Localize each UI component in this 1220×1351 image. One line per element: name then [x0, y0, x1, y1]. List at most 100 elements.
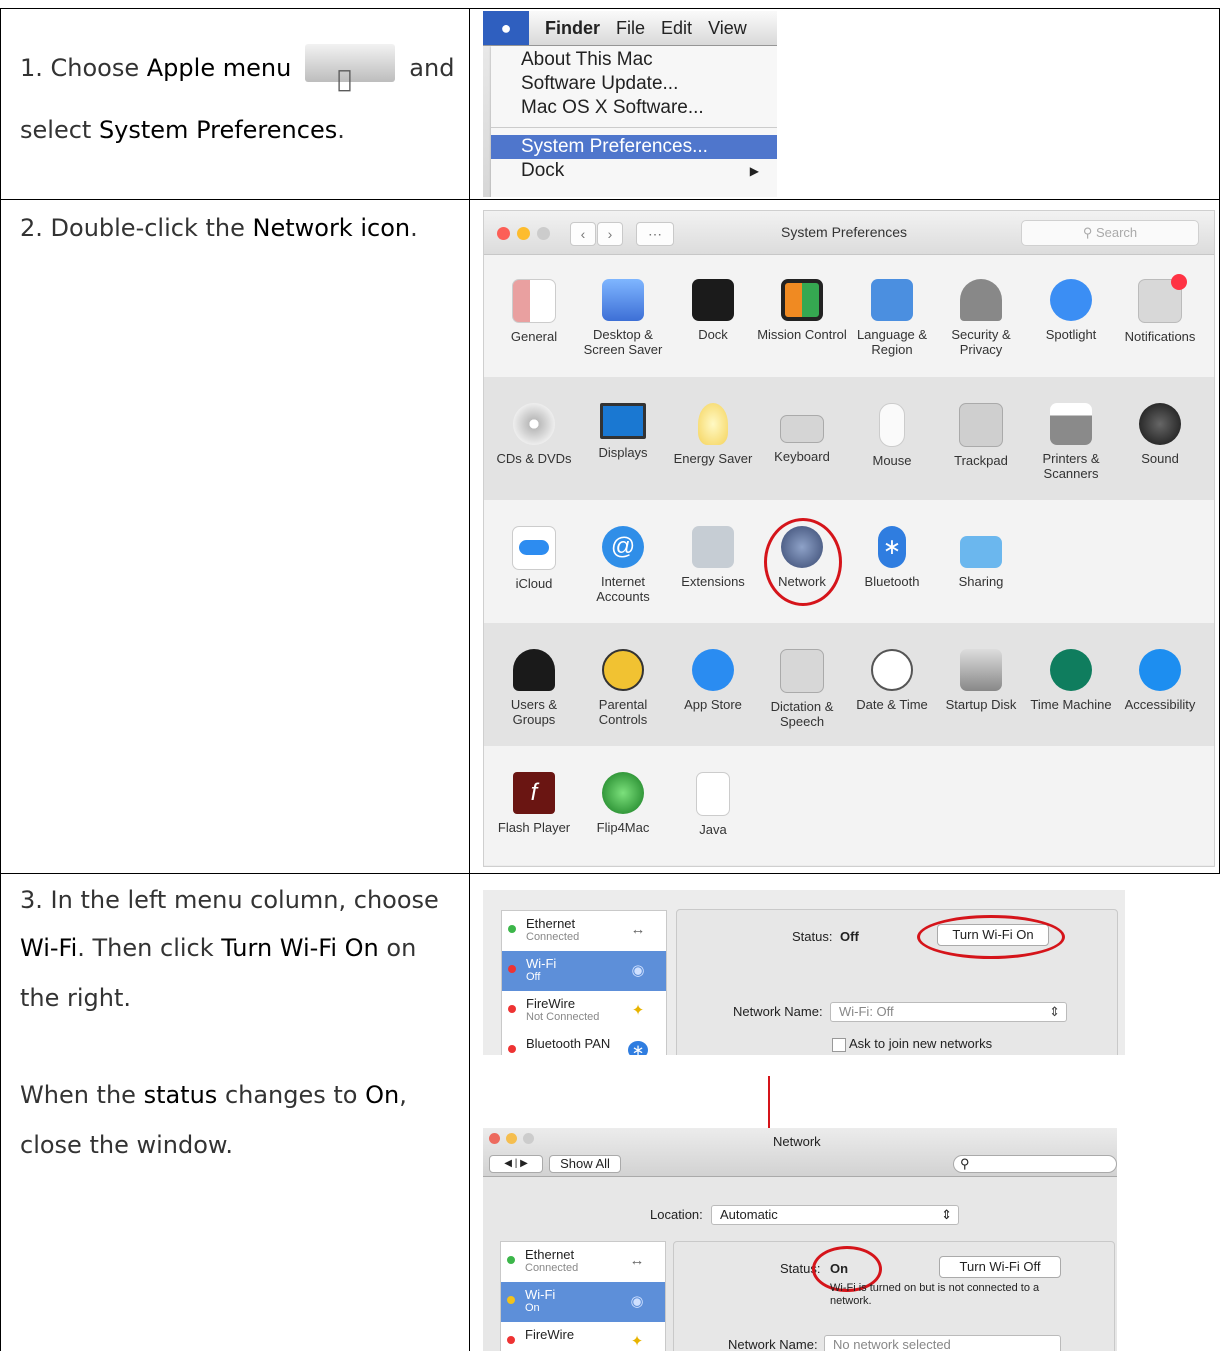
wifi-icon: ◉: [631, 962, 645, 979]
menu-item-software-update[interactable]: Software Update...: [491, 72, 777, 96]
pane-displays[interactable]: Displays: [578, 403, 668, 460]
pane-extensions[interactable]: Extensions: [668, 526, 758, 589]
status-dot-yellow: [507, 1296, 515, 1304]
pane-app-store[interactable]: App Store: [668, 649, 758, 712]
network-name-label: Network Name:: [728, 1337, 818, 1351]
ask-join-checkbox[interactable]: [832, 1038, 846, 1052]
minimize-icon[interactable]: [506, 1133, 517, 1144]
accessibility-icon: [1139, 649, 1181, 691]
network-name-select[interactable]: Wi-Fi: Off ⇕: [830, 1002, 1067, 1022]
service-wifi[interactable]: Wi-Fi Off ◉: [502, 951, 666, 991]
wifi-term: Wi-Fi: [20, 934, 78, 962]
show-all-button[interactable]: Show All: [549, 1155, 621, 1173]
pane-dock[interactable]: Dock: [668, 279, 758, 342]
menu-bar: ● Finder File Edit View: [483, 11, 777, 46]
forward-button[interactable]: ›: [597, 222, 623, 246]
pane-sound[interactable]: Sound: [1115, 403, 1205, 466]
pane-icloud[interactable]: iCloud: [489, 526, 579, 591]
menu-item-dock[interactable]: Dock ▶: [491, 159, 777, 183]
prefs-row-other: f Flash Player Flip4Mac Java: [484, 746, 1214, 865]
pane-sharing[interactable]: Sharing: [936, 526, 1026, 589]
step-3-line-3: the right.: [20, 984, 132, 1012]
prefs-row-internet: iCloud @ Internet Accounts Extensions Net…: [484, 500, 1214, 623]
location-select[interactable]: Automatic ⇕: [711, 1205, 959, 1225]
pane-date-time[interactable]: Date & Time: [847, 649, 937, 712]
menu-item-about[interactable]: About This Mac: [491, 48, 777, 72]
service-firewire[interactable]: FireWire ✦: [501, 1322, 665, 1351]
flash-player-icon: f: [513, 772, 555, 814]
at-sign-icon: @: [602, 526, 644, 568]
pane-energy-saver[interactable]: Energy Saver: [668, 403, 758, 466]
menu-view[interactable]: View: [708, 18, 747, 39]
pane-bluetooth[interactable]: ∗ Bluetooth: [847, 526, 937, 589]
network-search-input[interactable]: ⚲: [953, 1155, 1117, 1173]
menu-item-system-preferences[interactable]: System Preferences...: [491, 135, 777, 159]
service-bluetooth-pan[interactable]: Bluetooth PAN ∗: [502, 1031, 666, 1055]
zoom-icon[interactable]: [537, 227, 550, 240]
service-firewire[interactable]: FireWire Not Connected ✦: [502, 991, 666, 1031]
pane-time-machine[interactable]: Time Machine: [1026, 649, 1116, 712]
table-column-divider: [469, 8, 470, 1351]
prefs-row-system: Users & Groups Parental Controls App Sto…: [484, 623, 1214, 746]
notifications-icon: [1138, 274, 1187, 323]
network-name-select[interactable]: No network selected: [824, 1335, 1061, 1351]
ask-join-label: Ask to join new networks: [849, 1036, 993, 1051]
pane-cds-dvds[interactable]: CDs & DVDs: [489, 403, 579, 466]
pane-users-groups[interactable]: Users & Groups: [489, 649, 579, 727]
pane-notifications[interactable]: Notifications: [1115, 274, 1205, 344]
prefs-search-input[interactable]: ⚲ Search: [1021, 220, 1199, 246]
table-border-top: [0, 8, 1220, 9]
menu-item-macos-software[interactable]: Mac OS X Software...: [491, 96, 777, 120]
pane-general[interactable]: General: [489, 279, 579, 344]
pane-keyboard[interactable]: Keyboard: [757, 403, 847, 464]
firewire-icon: ✦: [631, 1002, 645, 1019]
desktop-screensaver-icon: [602, 279, 644, 321]
prefs-titlebar: ‹ › ⋯ System Preferences ⚲ Search: [484, 211, 1214, 255]
menu-file[interactable]: File: [616, 18, 645, 39]
pane-startup-disk[interactable]: Startup Disk: [936, 649, 1026, 712]
turn-wifi-off-button[interactable]: Turn Wi-Fi Off: [939, 1256, 1061, 1278]
pane-trackpad[interactable]: Trackpad: [936, 403, 1026, 468]
microphone-icon: [780, 649, 824, 693]
menu-finder[interactable]: Finder: [545, 18, 600, 39]
prefs-row-personal: General Desktop & Screen Saver Dock Miss…: [484, 255, 1214, 377]
java-icon: [696, 772, 730, 816]
table-border-left: [0, 8, 1, 1351]
service-wifi[interactable]: Wi-Fi On ◉: [501, 1282, 665, 1322]
pane-internet-accounts[interactable]: @ Internet Accounts: [578, 526, 668, 604]
show-all-grid-icon[interactable]: ⋯: [636, 222, 674, 246]
pane-dictation[interactable]: Dictation & Speech: [757, 649, 847, 729]
back-button[interactable]: ‹: [570, 222, 596, 246]
status-label: Status:: [792, 929, 833, 944]
pane-mission-control[interactable]: Mission Control: [757, 279, 847, 342]
ethernet-icon: ↔: [630, 921, 646, 938]
pane-spotlight[interactable]: Spotlight: [1026, 279, 1116, 342]
on-term: On: [365, 1081, 400, 1109]
pane-security[interactable]: Security & Privacy: [936, 279, 1026, 357]
close-icon[interactable]: [489, 1133, 500, 1144]
pane-language[interactable]: Language & Region: [847, 279, 937, 357]
pane-flash-player[interactable]: f Flash Player: [489, 772, 579, 835]
status-dot-green: [508, 925, 516, 933]
pane-printers[interactable]: Printers & Scanners: [1026, 403, 1116, 481]
menu-edit[interactable]: Edit: [661, 18, 692, 39]
back-forward-buttons[interactable]: ◀ | ▶: [489, 1155, 543, 1173]
service-ethernet[interactable]: Ethernet Connected ↔: [501, 1242, 665, 1282]
pane-java[interactable]: Java: [668, 772, 758, 837]
bluetooth-icon: ∗: [878, 526, 906, 568]
minimize-icon[interactable]: [517, 227, 530, 240]
pane-parental-controls[interactable]: Parental Controls: [578, 649, 668, 727]
language-flag-icon: [871, 279, 913, 321]
zoom-icon[interactable]: [523, 1133, 534, 1144]
status-dot-red: [508, 1045, 516, 1053]
pane-accessibility[interactable]: Accessibility: [1115, 649, 1205, 712]
wifi-detail-panel: Status: Off Turn Wi-Fi On Network Name: …: [676, 909, 1118, 1055]
pane-desktop[interactable]: Desktop & Screen Saver: [578, 279, 668, 357]
users-icon: [513, 649, 555, 691]
pane-flip4mac[interactable]: Flip4Mac: [578, 772, 668, 835]
pane-mouse[interactable]: Mouse: [847, 403, 937, 468]
service-ethernet[interactable]: Ethernet Connected ↔: [502, 911, 666, 951]
close-icon[interactable]: [497, 227, 510, 240]
turn-wifi-on-term: Turn Wi-Fi On: [221, 934, 379, 962]
apple-logo-icon[interactable]: ●: [483, 11, 529, 45]
